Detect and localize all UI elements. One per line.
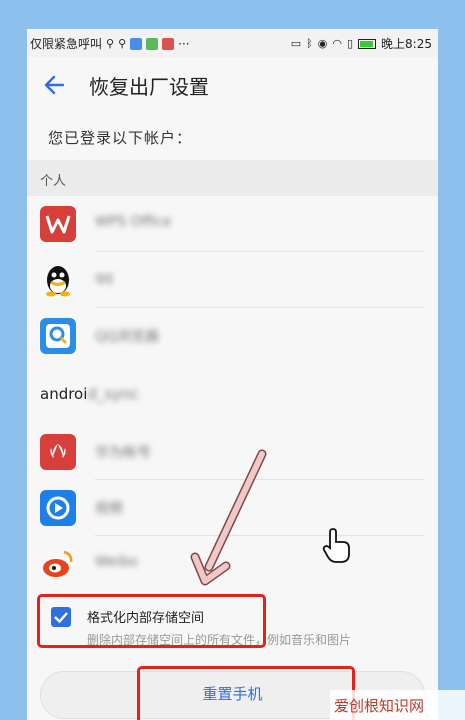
watermark: 爱创根知识网 [330,690,465,720]
phone-screen: 仅限紧急呼叫 ⚲ ⚲ ··· ▭ ᛒ ◉ ◠ ▯ 晚上8:25 恢复出厂设置 您… [27,29,438,720]
annotation-arrow-icon [190,449,267,586]
hand-cursor-icon [322,528,350,563]
